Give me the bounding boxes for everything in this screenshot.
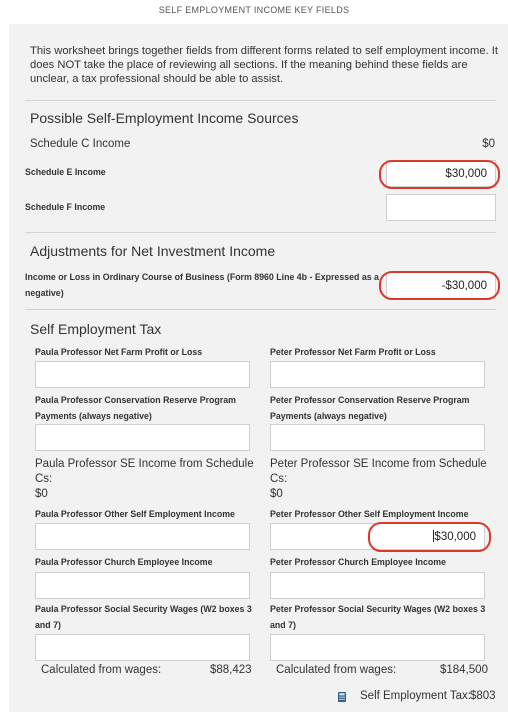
paula-other-se-label: Paula Professor Other Self Employment In… [35, 509, 235, 519]
paula-calc-value: $88,423 [210, 664, 252, 676]
ordinary-income-label: Income or Loss in Ordinary Course of Bus… [25, 272, 379, 298]
divider [25, 100, 496, 101]
peter-ss-wages-input[interactable] [270, 634, 485, 661]
section-heading-sources: Possible Self-Employment Income Sources [30, 110, 299, 126]
schedule-e-input[interactable]: $30,000 [386, 160, 496, 187]
paula-net-farm-input[interactable] [35, 361, 250, 388]
peter-other-se-input[interactable]: $30,000 [270, 523, 485, 550]
se-tax-total-label: Self Employment Tax: [360, 690, 472, 702]
section-heading-se-tax: Self Employment Tax [30, 321, 162, 337]
peter-ss-wages-label: Peter Professor Social Security Wages (W… [270, 604, 486, 630]
peter-se-sched-c-value: $0 [270, 488, 283, 500]
divider [25, 232, 496, 233]
calculator-icon[interactable] [338, 692, 346, 702]
schedule-e-label: Schedule E Income [25, 167, 106, 177]
paula-calc-label: Calculated from wages: [41, 664, 162, 676]
intro-text: This worksheet brings together fields fr… [30, 45, 499, 85]
paula-net-farm-label: Paula Professor Net Farm Profit or Loss [35, 347, 203, 357]
schedule-c-label: Schedule C Income [30, 138, 131, 150]
divider [25, 309, 496, 310]
peter-se-sched-c-label: Peter Professor SE Income from Schedule … [270, 458, 487, 485]
paula-church-label: Paula Professor Church Employee Income [35, 557, 213, 567]
paula-se-sched-c-value: $0 [35, 488, 48, 500]
paula-se-sched-c-label: Paula Professor SE Income from Schedule … [35, 458, 254, 485]
peter-calc-value: $184,500 [440, 664, 488, 676]
peter-other-se-value: 30,000 [440, 531, 476, 543]
peter-calc-label: Calculated from wages: [276, 664, 397, 676]
paula-church-input[interactable] [35, 572, 250, 599]
schedule-f-input[interactable] [386, 194, 496, 221]
paula-ss-wages-input[interactable] [35, 634, 250, 661]
peter-church-label: Peter Professor Church Employee Income [270, 557, 446, 567]
paula-ss-wages-label: Paula Professor Social Security Wages (W… [35, 604, 252, 630]
peter-net-farm-label: Peter Professor Net Farm Profit or Loss [270, 347, 436, 357]
schedule-f-label: Schedule F Income [25, 202, 106, 212]
peter-net-farm-input[interactable] [270, 361, 485, 388]
peter-crp-input[interactable] [270, 424, 485, 451]
schedule-c-value: $0 [482, 138, 495, 150]
paula-crp-input[interactable] [35, 424, 250, 451]
paula-crp-label: Paula Professor Conservation Reserve Pro… [35, 395, 236, 421]
peter-other-se-label: Peter Professor Other Self Employment In… [270, 509, 469, 519]
page-title: SELF EMPLOYMENT INCOME KEY FIELDS [158, 5, 350, 15]
peter-church-input[interactable] [270, 572, 485, 599]
section-heading-adjustments: Adjustments for Net Investment Income [30, 243, 276, 259]
se-tax-total-value: $803 [470, 690, 496, 702]
peter-crp-label: Peter Professor Conservation Reserve Pro… [270, 395, 470, 421]
paula-other-se-input[interactable] [35, 523, 250, 550]
ordinary-income-input[interactable]: -$30,000 [386, 272, 496, 299]
